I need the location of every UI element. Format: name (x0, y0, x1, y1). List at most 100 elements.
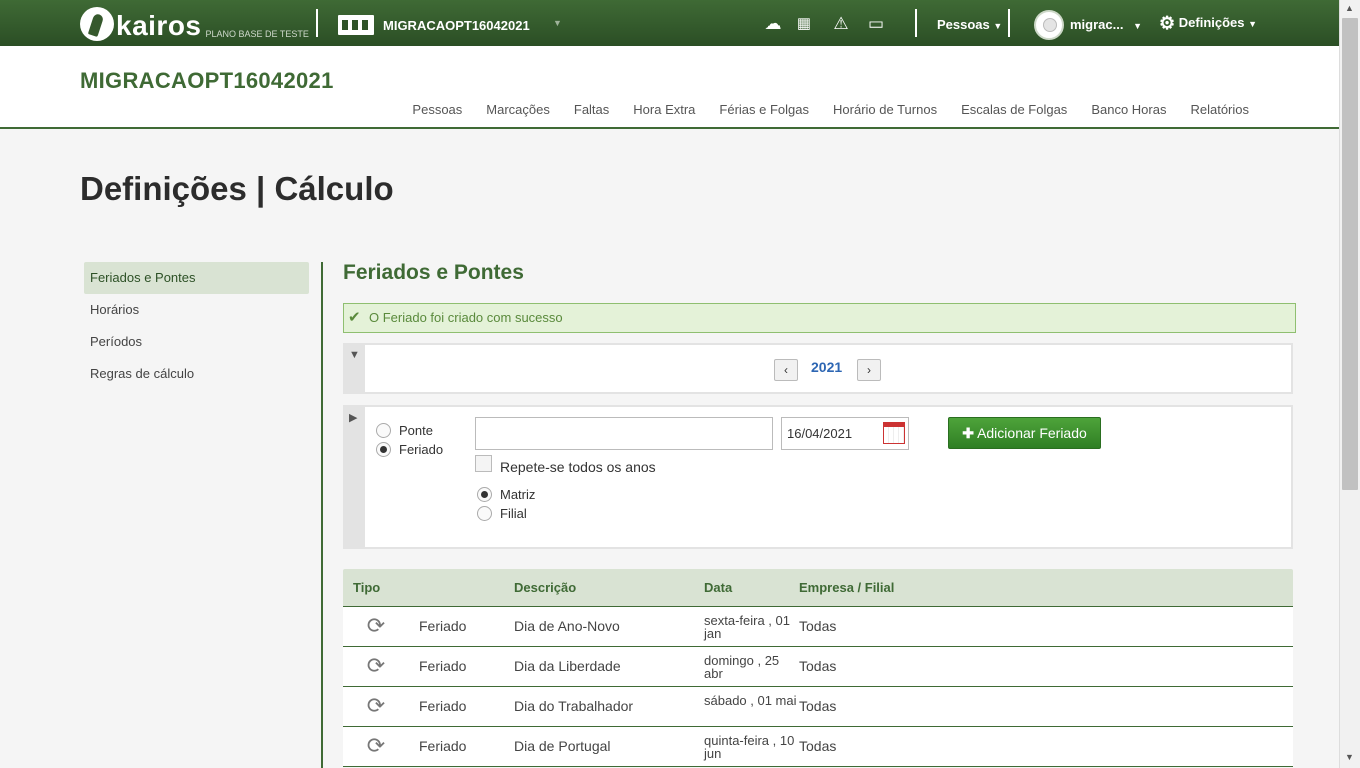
radio-filial[interactable] (477, 506, 492, 521)
calendar-icon[interactable] (883, 422, 905, 444)
page-scrollbar[interactable]: ▲ ▼ (1339, 0, 1360, 768)
repeat-label: Repete-se todos os anos (500, 459, 656, 475)
avatar[interactable] (1034, 10, 1064, 40)
divider (316, 9, 318, 37)
company-icon (338, 15, 374, 35)
user-menu[interactable]: migrac... ▼ (1070, 17, 1142, 32)
table-row[interactable]: ⟳ Feriado Dia do Trabalhador sábado , 01… (343, 687, 1293, 727)
next-year-button[interactable]: › (857, 359, 881, 381)
col-empresa[interactable]: Empresa / Filial (799, 569, 999, 606)
chevron-down-icon[interactable]: ▼ (553, 18, 562, 28)
cell-data: sexta-feira , 01 jan (704, 613, 790, 641)
col-data[interactable]: Data (704, 569, 799, 606)
play-icon: ▶ (349, 412, 358, 424)
nav-pessoas[interactable]: Pessoas (412, 102, 462, 117)
settings-menu[interactable]: ⚙ Definições ▼ (1159, 13, 1257, 34)
add-holiday-panel: ▶ Ponte Feriado 16/04/2021 Repete-se tod… (343, 405, 1293, 549)
logo-text: kairos (116, 10, 202, 41)
nav-relatorios[interactable]: Relatórios (1190, 102, 1249, 117)
nav-escalas-folgas[interactable]: Escalas de Folgas (961, 102, 1067, 117)
year-filter-panel: ▼ ‹ 2021 › (343, 343, 1293, 394)
alert-text: O Feriado foi criado com sucesso (369, 310, 563, 325)
scroll-up-icon[interactable]: ▲ (1345, 3, 1354, 13)
radio-feriado-label: Feriado (399, 442, 444, 457)
recurring-icon: ⟳ (366, 733, 386, 758)
divider (915, 9, 917, 37)
sidebar: Feriados e Pontes Horários Períodos Regr… (84, 262, 309, 390)
table-header: Tipo Descrição Data Empresa / Filial (343, 569, 1293, 607)
success-alert: ✔ O Feriado foi criado com sucesso (343, 303, 1296, 333)
recurring-icon: ⟳ (366, 653, 386, 678)
repeat-checkbox[interactable] (475, 455, 492, 472)
description-input[interactable] (475, 417, 773, 450)
nav-faltas[interactable]: Faltas (574, 102, 609, 117)
warning-icon[interactable]: ⚠ (829, 12, 853, 36)
cell-empresa: Todas (799, 698, 837, 714)
header-band: MIGRACAOPT16042021 Pessoas Marcações Fal… (0, 46, 1339, 129)
radio-matriz[interactable] (477, 487, 492, 502)
cell-descricao: Dia do Trabalhador (514, 698, 634, 714)
form-strip[interactable]: ▶ (345, 407, 365, 547)
year-value[interactable]: 2021 (811, 359, 842, 375)
section-title: Feriados e Pontes (343, 261, 524, 284)
nav-hora-extra[interactable]: Hora Extra (633, 102, 695, 117)
chevron-down-icon: ▼ (1133, 21, 1143, 31)
col-tipo[interactable]: Tipo (343, 569, 514, 606)
main-nav: Pessoas Marcações Faltas Hora Extra Féri… (412, 102, 1249, 117)
settings-menu-label: Definições (1178, 15, 1245, 30)
radio-feriado[interactable] (376, 442, 391, 457)
company-title: MIGRACAOPT16042021 (80, 68, 334, 93)
cell-data: domingo , 25 abr (704, 653, 780, 681)
scroll-thumb[interactable] (1342, 18, 1358, 490)
user-name: migrac... (1070, 17, 1124, 32)
table-row[interactable]: ⟳ Feriado Dia de Ano-Novo sexta-feira , … (343, 607, 1293, 647)
recurring-icon: ⟳ (366, 613, 386, 638)
radio-filial-label: Filial (500, 506, 527, 521)
people-menu-label: Pessoas (937, 17, 990, 32)
filter-icon: ▼ (349, 349, 360, 361)
cell-data: sábado , 01 mai (704, 693, 797, 708)
cell-descricao: Dia de Ano-Novo (514, 618, 620, 634)
date-input[interactable]: 16/04/2021 (781, 417, 909, 450)
cell-tipo: Feriado (419, 658, 467, 674)
nav-marcacoes[interactable]: Marcações (486, 102, 550, 117)
logo-mark (80, 7, 114, 41)
sidebar-item-feriados[interactable]: Feriados e Pontes (84, 262, 309, 294)
logo-subtitle: PLANO BASE DE TESTE (205, 29, 309, 39)
radio-ponte-label: Ponte (399, 423, 433, 438)
col-descricao[interactable]: Descrição (514, 569, 704, 606)
add-holiday-label: Adicionar Feriado (977, 425, 1087, 441)
cell-empresa: Todas (799, 738, 837, 754)
divider (321, 262, 323, 768)
recurring-icon: ⟳ (366, 693, 386, 718)
top-bar: kairos PLANO BASE DE TESTE MIGRACAOPT160… (0, 0, 1339, 46)
company-selector[interactable]: MIGRACAOPT16042021 (383, 18, 530, 33)
gear-icon: ⚙ (1159, 13, 1176, 33)
table-row[interactable]: ⟳ Feriado Dia de Portugal quinta-feira ,… (343, 727, 1293, 767)
cell-empresa: Todas (799, 658, 837, 674)
cell-descricao: Dia de Portugal (514, 738, 611, 754)
people-menu[interactable]: Pessoas ▼ (937, 17, 1002, 32)
plus-icon: ✚ (962, 425, 974, 441)
kairos-logo[interactable]: kairos PLANO BASE DE TESTE (80, 5, 309, 41)
calculator-icon[interactable]: ▦ (792, 12, 816, 36)
cell-tipo: Feriado (419, 618, 467, 634)
nav-banco-horas[interactable]: Banco Horas (1091, 102, 1166, 117)
cloud-upload-icon[interactable]: ☁ (761, 12, 785, 36)
prev-year-button[interactable]: ‹ (774, 359, 798, 381)
nav-horario-turnos[interactable]: Horário de Turnos (833, 102, 937, 117)
radio-matriz-label: Matriz (500, 487, 536, 502)
inbox-icon[interactable]: ▭ (864, 12, 888, 36)
table-row[interactable]: ⟳ Feriado Dia da Liberdade domingo , 25 … (343, 647, 1293, 687)
radio-ponte[interactable] (376, 423, 391, 438)
sidebar-item-regras[interactable]: Regras de cálculo (84, 358, 309, 390)
sidebar-item-periodos[interactable]: Períodos (84, 326, 309, 358)
chevron-down-icon: ▼ (993, 21, 1003, 31)
scroll-down-icon[interactable]: ▼ (1345, 752, 1354, 762)
nav-ferias-folgas[interactable]: Férias e Folgas (719, 102, 809, 117)
sidebar-item-horarios[interactable]: Horários (84, 294, 309, 326)
cell-data: quinta-feira , 10 jun (704, 733, 795, 761)
add-holiday-button[interactable]: ✚ Adicionar Feriado (948, 417, 1101, 449)
chevron-down-icon: ▼ (1248, 19, 1258, 29)
filter-strip[interactable]: ▼ (345, 345, 365, 392)
